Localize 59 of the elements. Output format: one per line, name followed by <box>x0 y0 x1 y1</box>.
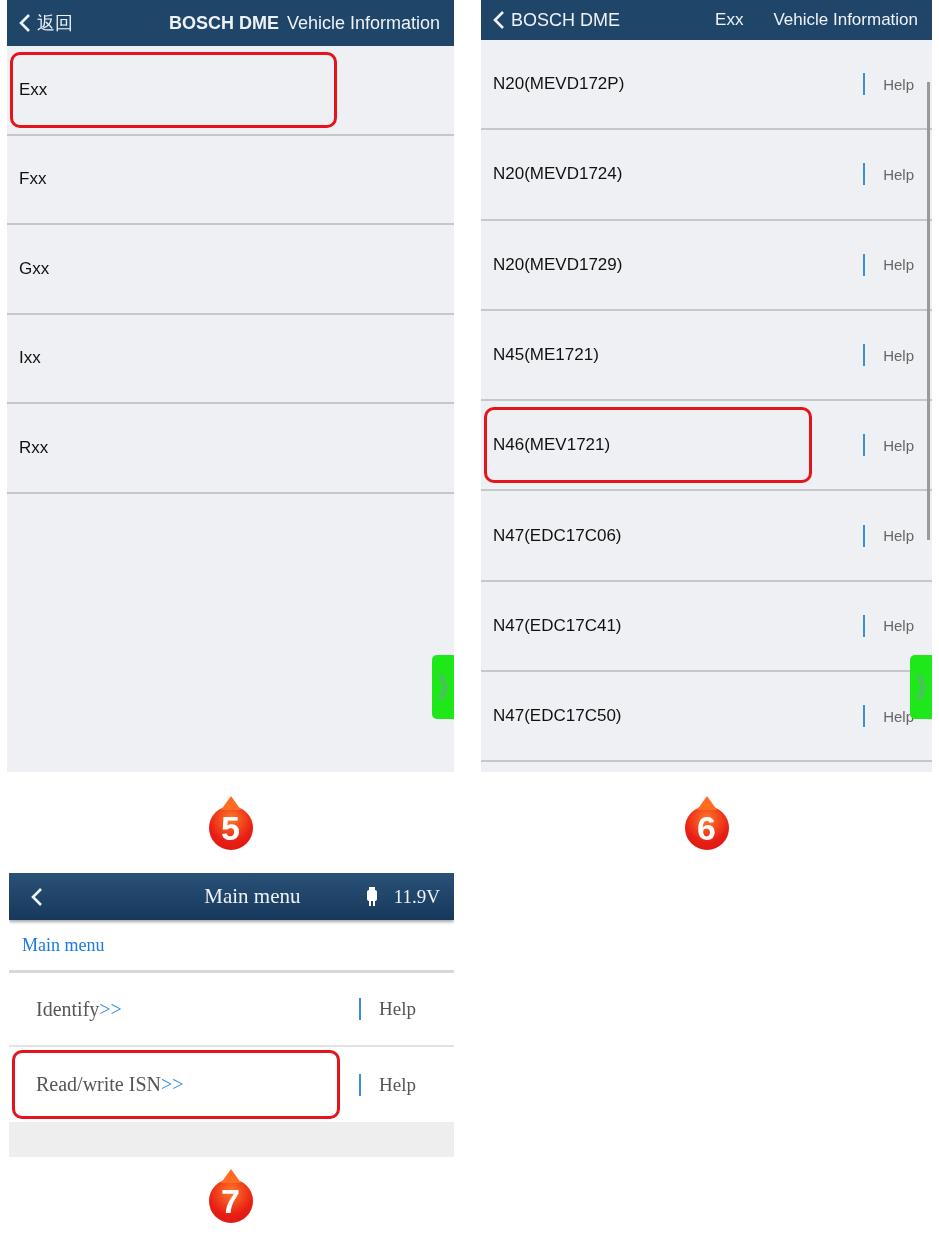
list-item[interactable]: N46(MEV1721) Help <box>481 401 932 492</box>
header-title: Main menu <box>204 884 301 909</box>
item-label: Ixx <box>19 348 42 369</box>
divider <box>359 998 362 1020</box>
step-badge: 6 <box>684 796 729 850</box>
item-label: N20(MEVD1724) <box>493 164 624 185</box>
help-link[interactable]: Help <box>883 707 914 725</box>
header-title: BOSCH DME <box>168 12 279 34</box>
help-link[interactable]: Help <box>379 998 416 1020</box>
header-subtitle: Vehicle Information <box>773 10 918 30</box>
battery-plug-icon <box>365 886 378 907</box>
divider <box>863 614 866 637</box>
help-link[interactable]: Help <box>883 165 914 183</box>
divider <box>863 344 866 367</box>
help-link[interactable]: Help <box>883 75 914 93</box>
item-label: N47(EDC17C06) <box>493 525 623 546</box>
item-label: N45(ME1721) <box>493 345 600 366</box>
list-item[interactable]: Rxx <box>7 404 454 494</box>
header-subtitle: Vehicle Information <box>286 12 440 34</box>
divider <box>863 73 866 96</box>
help-link[interactable]: Help <box>883 346 914 364</box>
help-link[interactable]: Help <box>883 436 914 454</box>
item-label: N20(MEVD172P) <box>493 74 626 95</box>
divider <box>863 163 866 186</box>
item-label: N20(MEVD1729) <box>493 254 624 275</box>
list-item[interactable]: Exx <box>7 46 454 136</box>
item-label: Exx <box>19 79 49 100</box>
item-label: N46(MEV1721) <box>493 435 612 456</box>
divider <box>863 253 866 276</box>
back-icon[interactable] <box>31 886 43 907</box>
step-badge: 5 <box>208 796 253 850</box>
help-link[interactable]: Help <box>883 256 914 274</box>
header-title: Exx <box>715 10 744 30</box>
double-chevron-icon <box>437 672 449 702</box>
double-chevron-icon <box>915 672 927 702</box>
back-button[interactable]: 返回 <box>19 11 73 35</box>
breadcrumb[interactable]: Main menu <box>22 934 105 956</box>
item-label: N47(EDC17C50) <box>493 706 623 727</box>
back-button[interactable]: BOSCH DME <box>493 9 620 31</box>
list-item[interactable]: Fxx <box>7 135 454 225</box>
divider <box>863 524 866 547</box>
divider <box>359 1073 362 1096</box>
item-label: N47(EDC17C41) <box>493 615 623 636</box>
step-badge: 7 <box>208 1169 253 1223</box>
list-item[interactable]: Ixx <box>7 314 454 404</box>
back-icon[interactable] <box>19 13 31 33</box>
item-label: Identify>> <box>36 997 123 1021</box>
item-label: Fxx <box>19 169 48 190</box>
item-label: Gxx <box>19 258 51 279</box>
voltage-reading: 11.9V <box>393 885 440 908</box>
divider <box>863 434 866 457</box>
help-link[interactable]: Help <box>883 527 914 545</box>
help-link[interactable]: Help <box>379 1073 416 1096</box>
back-icon[interactable] <box>493 10 505 30</box>
item-label: Read/write ISN>> <box>36 1073 185 1096</box>
item-label: Rxx <box>19 437 50 458</box>
list-item[interactable]: Gxx <box>7 225 454 315</box>
divider <box>863 705 866 728</box>
help-link[interactable]: Help <box>883 617 914 635</box>
